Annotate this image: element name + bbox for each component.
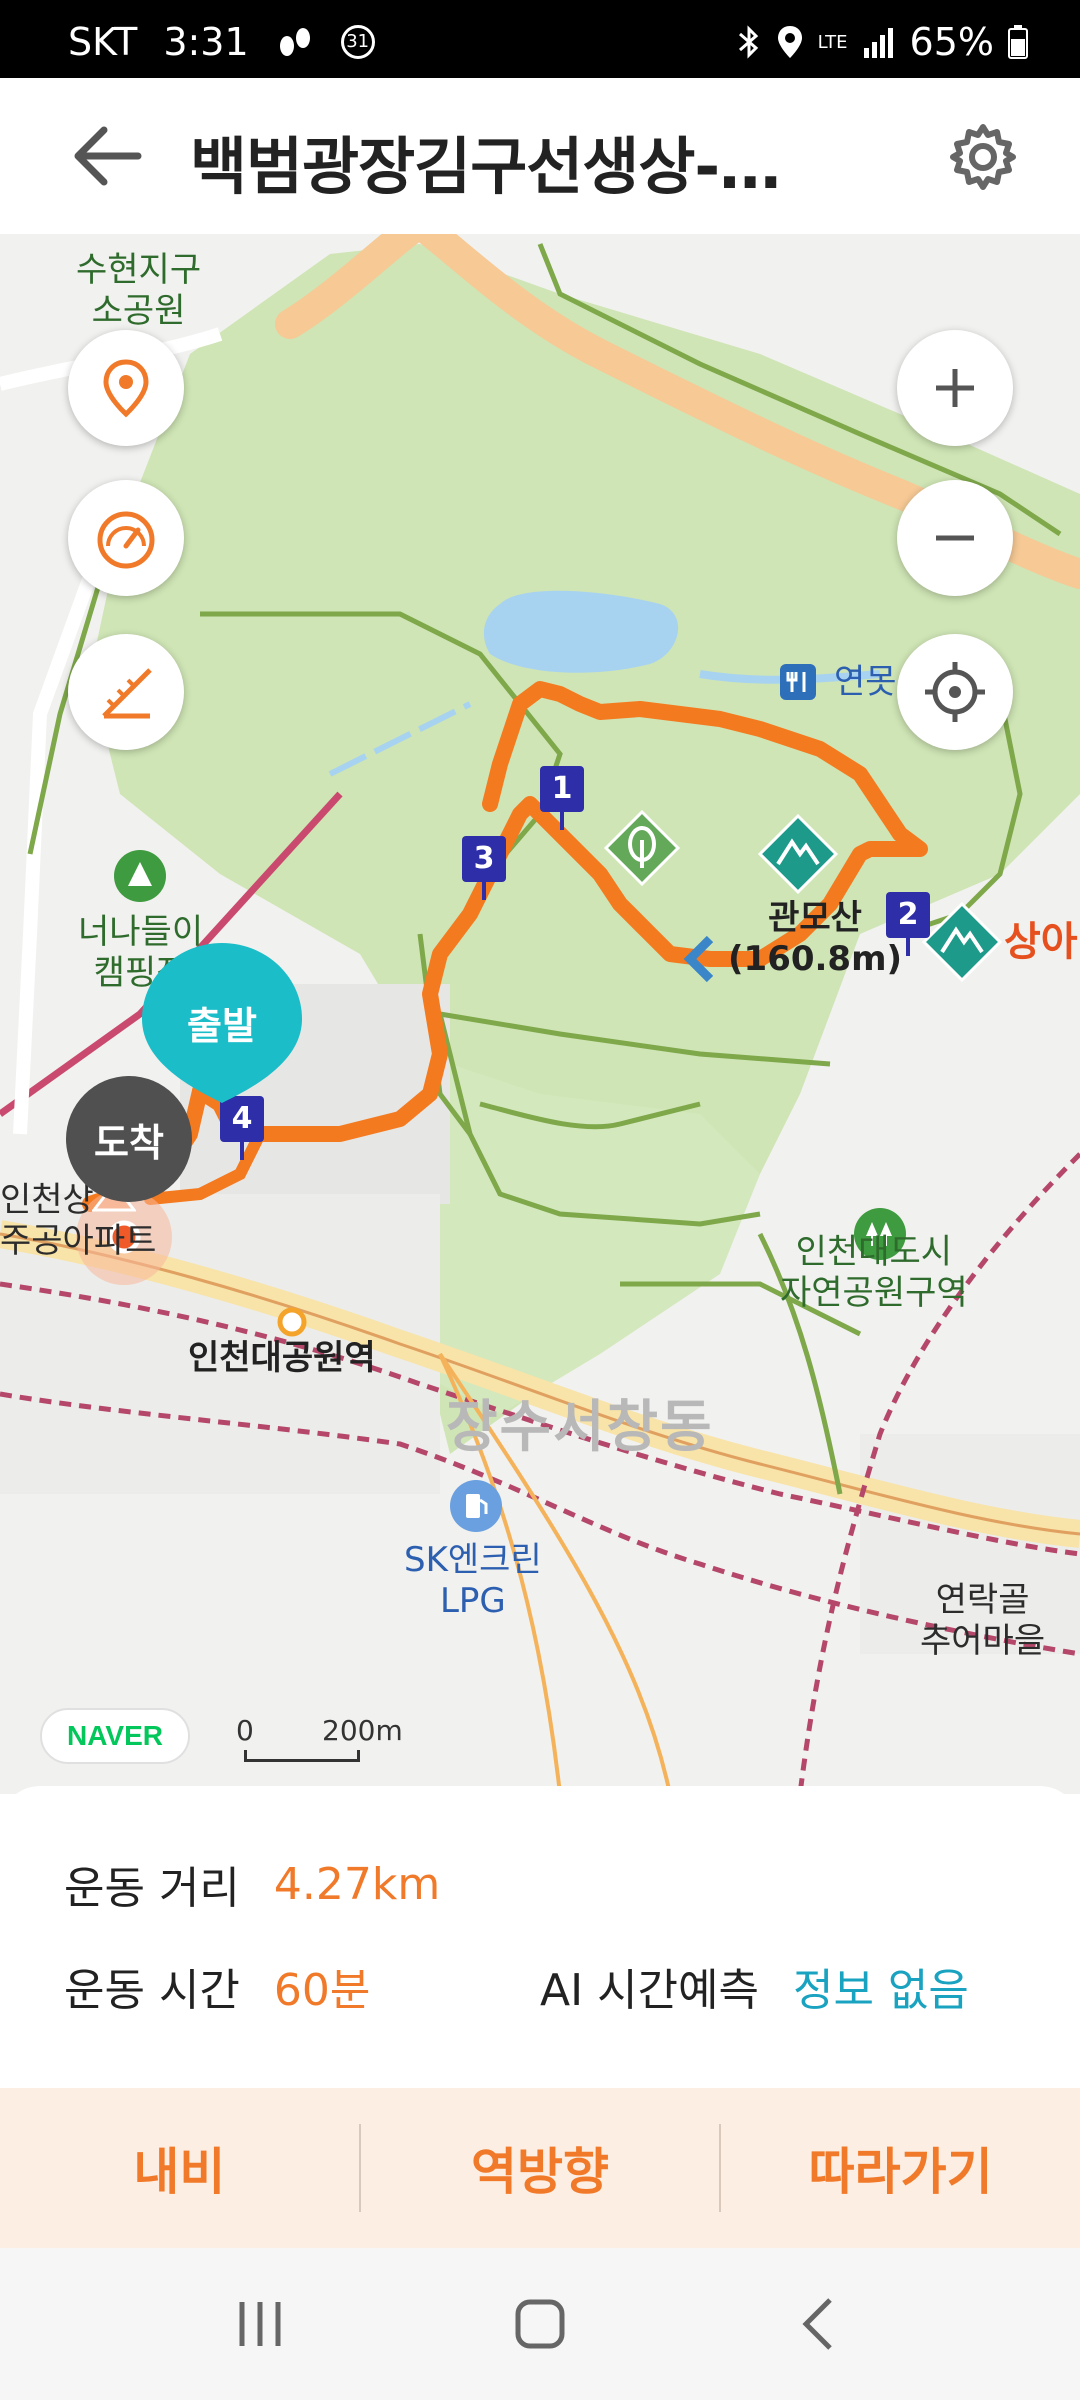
map-pin-icon	[103, 359, 149, 418]
elevation-button[interactable]	[68, 634, 184, 750]
speedometer-icon	[97, 511, 155, 569]
crosshair-icon	[925, 662, 985, 722]
system-back-button[interactable]	[770, 2274, 870, 2374]
start-marker[interactable]: 출발	[138, 939, 306, 1107]
ai-prediction-row: AI 시간예측 정보 없음	[540, 1954, 969, 2018]
map-label-station: 인천대공원역	[188, 1338, 376, 1378]
map-label-sangabu: 상아	[1004, 919, 1078, 965]
navi-button[interactable]: 내비	[0, 2088, 359, 2248]
minus-icon	[936, 535, 974, 541]
start-marker-label: 출발	[187, 1004, 257, 1048]
battery-icon	[1008, 25, 1028, 59]
ai-prediction-value: 정보 없음	[792, 1965, 969, 2016]
station-dot	[277, 1307, 307, 1337]
map-scale: 0 200m	[236, 1714, 416, 1764]
distance-label: 운동 거리	[64, 1863, 240, 1914]
distance-row: 운동 거리 4.27km	[64, 1852, 440, 1916]
end-marker-label: 도착	[94, 1120, 164, 1165]
map-label-gwanmosan: 관모산 (160.8m)	[728, 898, 903, 979]
notification-count-icon: 31	[340, 25, 375, 59]
gas-station-icon	[450, 1480, 502, 1532]
ai-prediction-label: AI 시간예측	[540, 1965, 759, 2016]
page-title: 백범광장김구선생상-…	[190, 130, 781, 203]
system-nav-bar	[0, 2248, 1080, 2400]
bluetooth-icon	[736, 24, 762, 60]
status-bar: SKT 3:31 31 LTE 65%	[0, 0, 1080, 78]
distance-value: 4.27km	[273, 1858, 441, 1910]
plus-icon	[936, 369, 974, 407]
back-button[interactable]	[70, 122, 146, 190]
follow-button[interactable]: 따라가기	[721, 2088, 1080, 2248]
action-bar: 내비 역방향 따라가기	[0, 2088, 1080, 2248]
home-icon	[515, 2299, 565, 2349]
map-view[interactable]: 수현지구 소공원 연못 너나들이 캠핑장 관모산 (160.8m) 상아 인천상…	[0, 234, 1080, 1794]
speedometer-button[interactable]	[68, 480, 184, 596]
carrier-label: SKT	[68, 20, 138, 64]
tree-poi-icon	[604, 810, 680, 886]
zoom-out-button[interactable]	[897, 480, 1013, 596]
settings-button[interactable]	[948, 122, 1018, 192]
map-label-district: 장수서창동	[446, 1395, 714, 1460]
lte-icon: LTE	[817, 31, 848, 53]
elevation-icon	[102, 668, 152, 719]
chevron-left-icon	[802, 2298, 832, 2350]
mountain-peak-icon	[922, 1138, 1002, 1218]
mountain-peak-icon	[922, 902, 1002, 982]
my-location-button[interactable]	[897, 634, 1013, 750]
naver-logo: NAVER	[40, 1708, 190, 1764]
location-pin-button[interactable]	[68, 330, 184, 446]
map-label-gas-station: SK엔크린 LPG	[404, 1540, 542, 1621]
waypoint-marker[interactable]: 3	[462, 836, 506, 900]
reverse-button[interactable]: 역방향	[361, 2088, 720, 2248]
restaurant-icon	[780, 664, 816, 700]
clock: 3:31	[163, 20, 249, 64]
waypoint-marker[interactable]: 1	[540, 766, 584, 830]
zoom-in-button[interactable]	[897, 330, 1013, 446]
map-label-suhyeon: 수현지구 소공원	[76, 250, 202, 331]
time-value: 60분	[273, 1965, 371, 2016]
time-label: 운동 시간	[64, 1965, 240, 2016]
arrow-left-icon	[74, 126, 142, 186]
home-button[interactable]	[490, 2274, 590, 2374]
recent-apps-icon	[239, 2302, 281, 2346]
route-info-panel: 운동 거리 4.27km 운동 시간 60분 AI 시간예측 정보 없음	[0, 1786, 1080, 2080]
end-marker[interactable]: 도착	[66, 1076, 192, 1202]
map-label-yeonrakgol: 연락골 추어마을	[920, 1580, 1046, 1661]
campsite-icon	[114, 850, 166, 902]
recent-apps-button[interactable]	[210, 2274, 310, 2374]
mountain-peak-icon	[758, 814, 838, 894]
scale-distance-label: 200m	[322, 1714, 403, 1747]
gear-icon	[950, 124, 1016, 190]
pond	[483, 590, 679, 673]
footsteps-icon	[275, 24, 315, 60]
app-header: 백범광장김구선생상-…	[0, 78, 1080, 234]
signal-icon	[862, 26, 896, 58]
time-row: 운동 시간 60분	[64, 1954, 370, 2018]
map-label-nature-park: 인천대도시 자연공원구역	[780, 1232, 968, 1313]
map-label-yeonmot: 연못	[834, 662, 897, 702]
scale-line	[244, 1750, 360, 1762]
scale-zero-label: 0	[236, 1714, 254, 1747]
battery-percent: 65%	[909, 20, 994, 64]
location-icon	[776, 24, 804, 60]
waypoint-marker[interactable]: 2	[886, 892, 930, 956]
